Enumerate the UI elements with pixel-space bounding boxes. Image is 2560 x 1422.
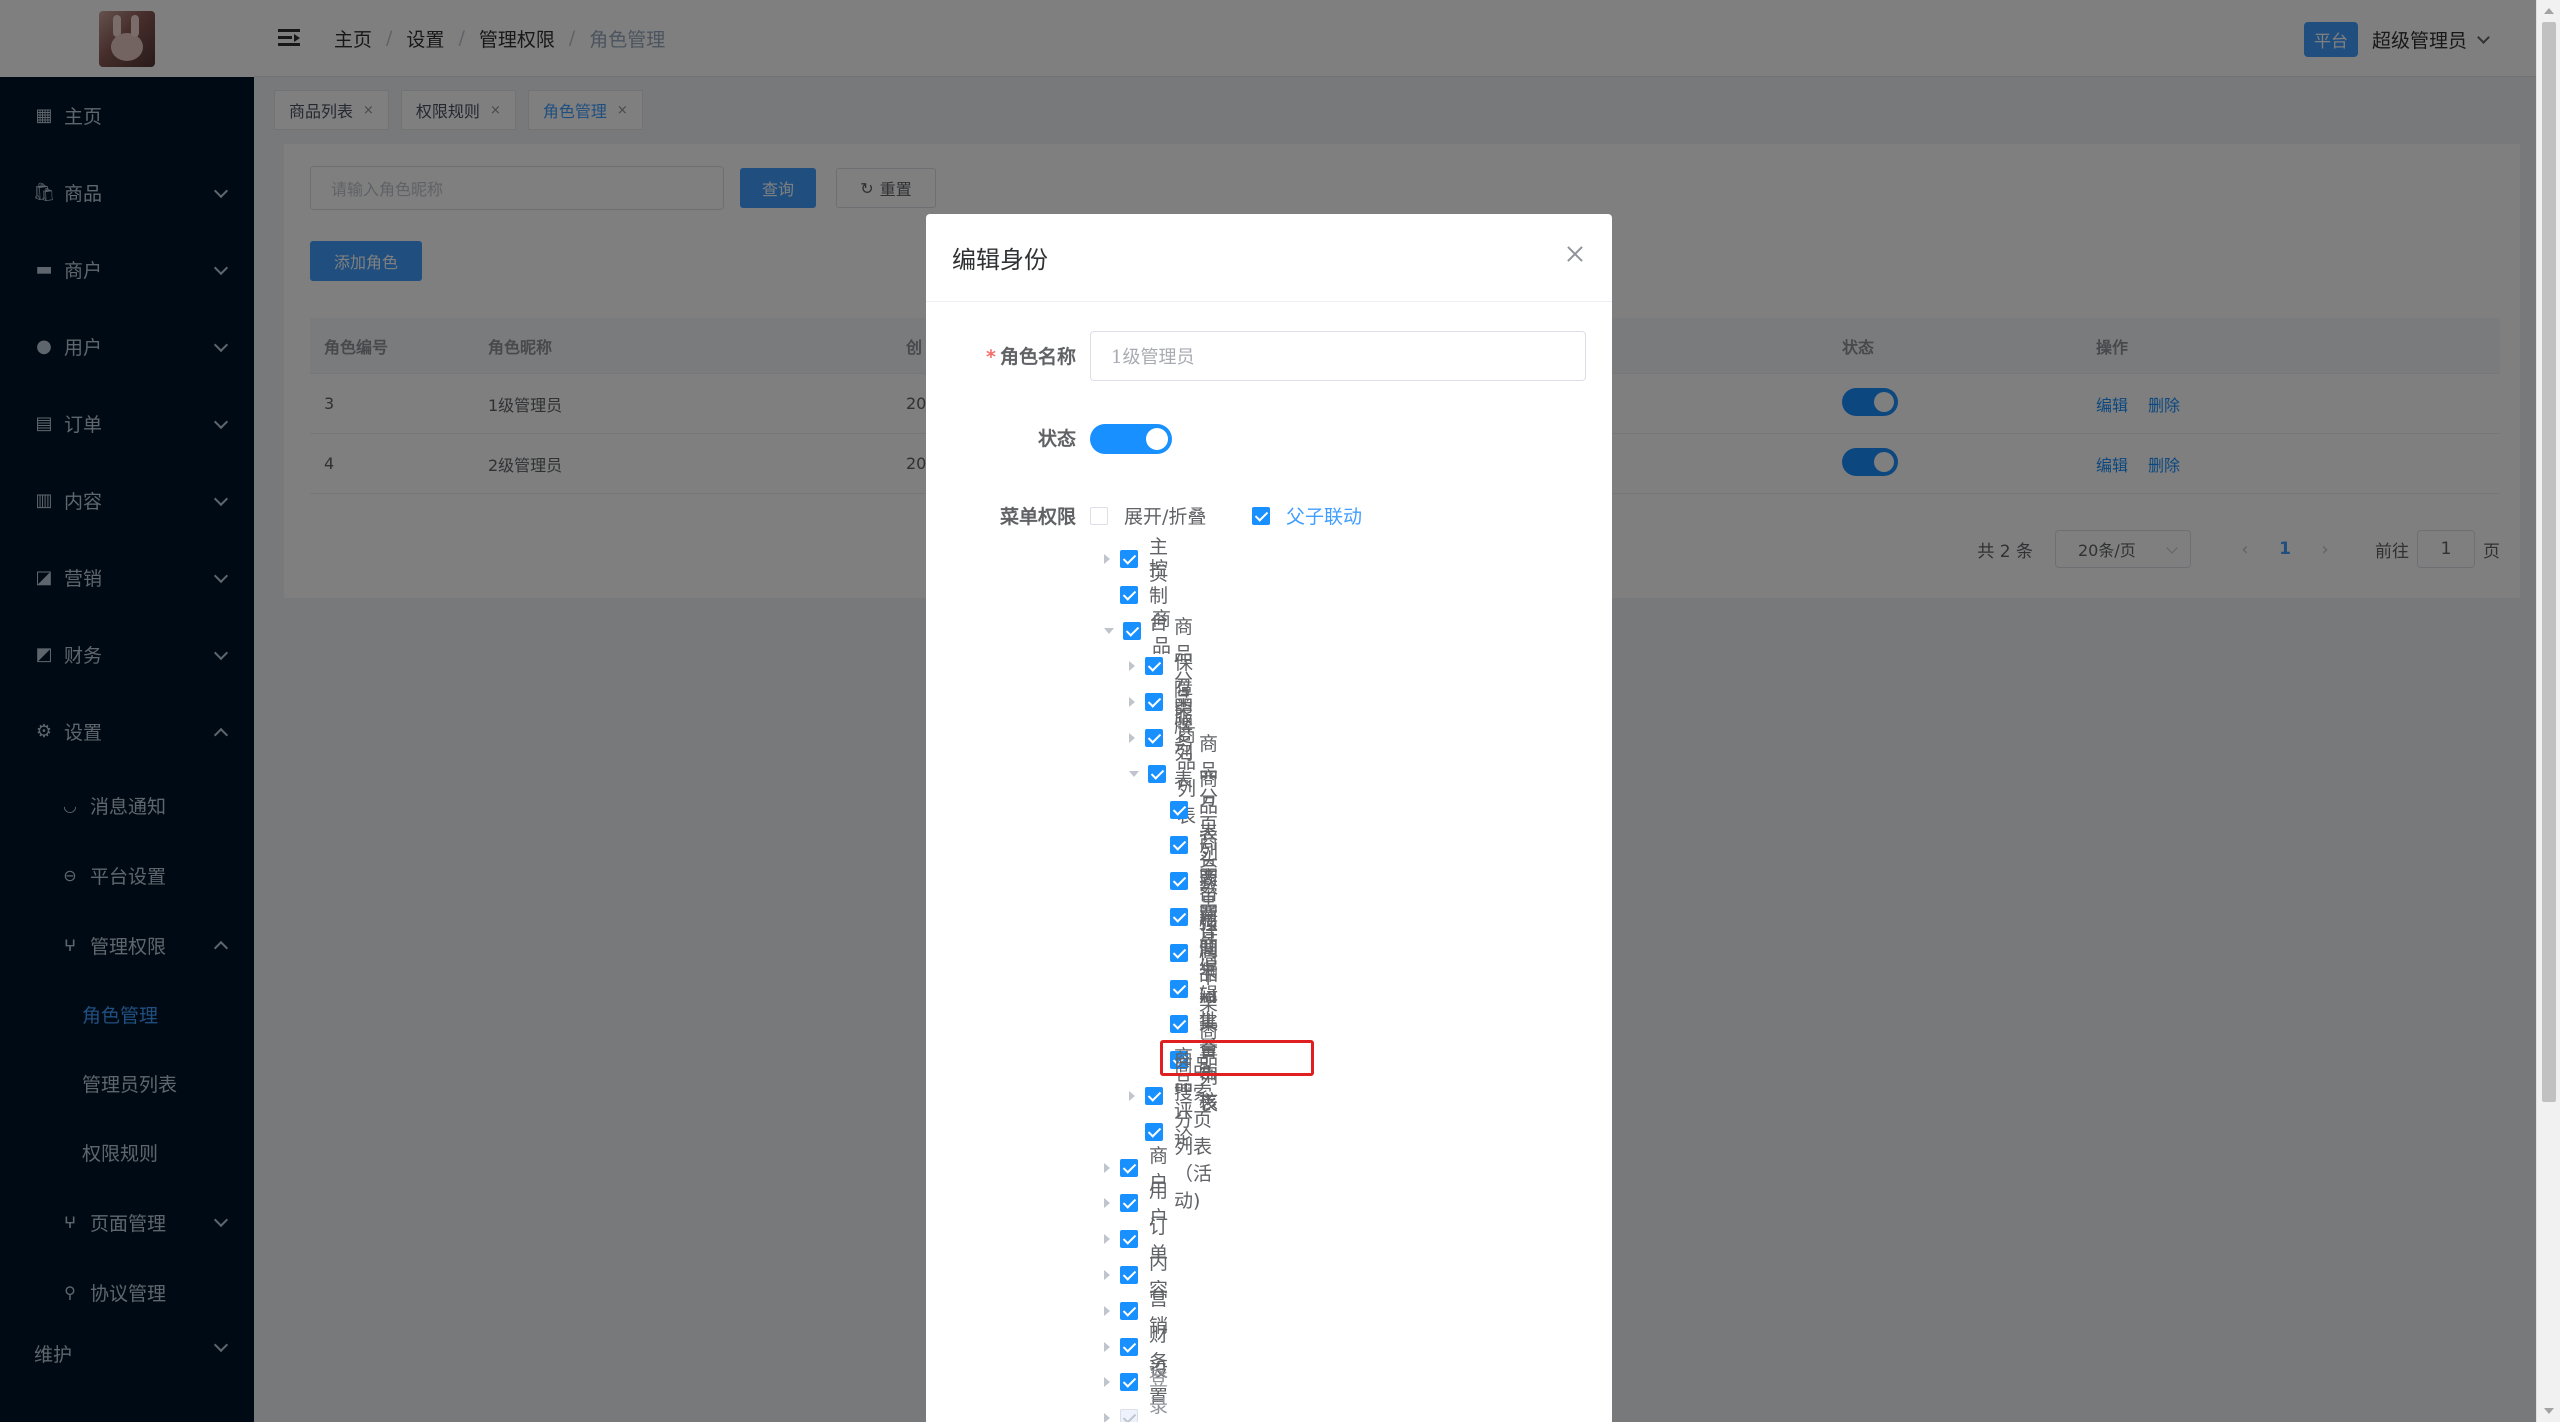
- tree-checkbox[interactable]: [1120, 1158, 1138, 1177]
- tree-checkbox[interactable]: [1120, 585, 1138, 604]
- tree-checkbox[interactable]: [1120, 1409, 1138, 1422]
- tree-node-label: 登录管理: [1149, 1368, 1169, 1418]
- caret-right-icon[interactable]: [1104, 1270, 1110, 1280]
- caret-right-icon[interactable]: [1129, 733, 1135, 743]
- caret-right-icon[interactable]: [1129, 697, 1135, 708]
- caret-down-icon[interactable]: [1129, 770, 1139, 777]
- scroll-up-icon[interactable]: [2544, 8, 2554, 14]
- required-asterisk: *: [986, 346, 996, 368]
- caret-right-icon[interactable]: [1104, 1198, 1110, 1209]
- highlight-box: [1160, 1040, 1314, 1076]
- tree-checkbox[interactable]: [1148, 764, 1166, 783]
- status-switch[interactable]: [1090, 424, 1172, 454]
- caret-right-icon[interactable]: [1104, 1341, 1110, 1352]
- scroll-down-icon[interactable]: [2544, 1408, 2554, 1414]
- tree-checkbox[interactable]: [1145, 729, 1163, 747]
- expand-label: 展开/折叠: [1124, 506, 1207, 528]
- tree-checkbox[interactable]: [1170, 908, 1188, 926]
- tree-checkbox[interactable]: [1120, 1230, 1138, 1249]
- tree-checkbox[interactable]: [1120, 1194, 1138, 1213]
- tree-checkbox[interactable]: [1120, 1337, 1138, 1356]
- page-scrollbar[interactable]: [2536, 0, 2560, 1422]
- tree-checkbox[interactable]: [1123, 621, 1141, 640]
- role-name-input[interactable]: 1级管理员: [1090, 331, 1586, 381]
- expand-collapse-option[interactable]: 展开/折叠: [1090, 502, 1206, 529]
- tree-node[interactable]: 商品: [1104, 608, 1171, 657]
- caret-right-icon[interactable]: [1104, 1413, 1110, 1422]
- role-name-label-text: 角色名称: [999, 346, 1076, 368]
- caret-down-icon[interactable]: [1104, 627, 1114, 634]
- tree-checkbox[interactable]: [1170, 979, 1188, 998]
- role-name-label: * 角色名称: [926, 342, 1076, 369]
- linkage-label: 父子联动: [1286, 506, 1363, 528]
- dialog-title: 编辑身份: [952, 246, 1048, 274]
- tree-checkbox[interactable]: [1170, 836, 1188, 855]
- tree-checkbox[interactable]: [1145, 1122, 1163, 1141]
- tree-checkbox[interactable]: [1120, 1266, 1138, 1284]
- tree-checkbox[interactable]: [1145, 693, 1163, 712]
- edit-role-dialog: 编辑身份 * 角色名称 1级管理员 状态 菜单权限 展开/折叠 父子联动 主页 控制…: [926, 214, 1612, 1422]
- tree-checkbox[interactable]: [1120, 550, 1138, 568]
- caret-right-icon[interactable]: [1104, 1234, 1110, 1245]
- tree-checkbox[interactable]: [1170, 943, 1188, 962]
- expand-checkbox[interactable]: [1090, 506, 1108, 525]
- caret-right-icon[interactable]: [1129, 1091, 1135, 1101]
- tree-checkbox[interactable]: [1170, 872, 1188, 891]
- caret-right-icon[interactable]: [1104, 1305, 1110, 1316]
- caret-right-icon[interactable]: [1129, 661, 1135, 672]
- tree-checkbox[interactable]: [1120, 1373, 1138, 1392]
- caret-right-icon[interactable]: [1104, 1377, 1110, 1388]
- caret-right-icon[interactable]: [1104, 1162, 1110, 1173]
- status-label: 状态: [1037, 428, 1076, 450]
- tree-checkbox[interactable]: [1170, 800, 1188, 819]
- tree-checkbox[interactable]: [1145, 1087, 1163, 1105]
- tree-node[interactable]: 商品搜索分页列表（活动): [1129, 1055, 1212, 1212]
- tree-node[interactable]: 商品列表: [1129, 724, 1196, 827]
- linkage-checkbox[interactable]: [1252, 506, 1270, 525]
- tree-checkbox[interactable]: [1120, 1301, 1138, 1320]
- close-icon[interactable]: [1564, 244, 1586, 266]
- tree-checkbox[interactable]: [1145, 657, 1163, 676]
- parent-child-linkage-option[interactable]: 父子联动: [1252, 502, 1362, 529]
- tree-node[interactable]: 登录管理: [1104, 1368, 1168, 1422]
- scrollbar-thumb[interactable]: [2542, 22, 2556, 1102]
- caret-right-icon[interactable]: [1104, 554, 1110, 564]
- menu-permission-label: 菜单权限: [999, 506, 1076, 528]
- dialog-header: 编辑身份: [926, 214, 1612, 302]
- tree-checkbox[interactable]: [1170, 1015, 1188, 1034]
